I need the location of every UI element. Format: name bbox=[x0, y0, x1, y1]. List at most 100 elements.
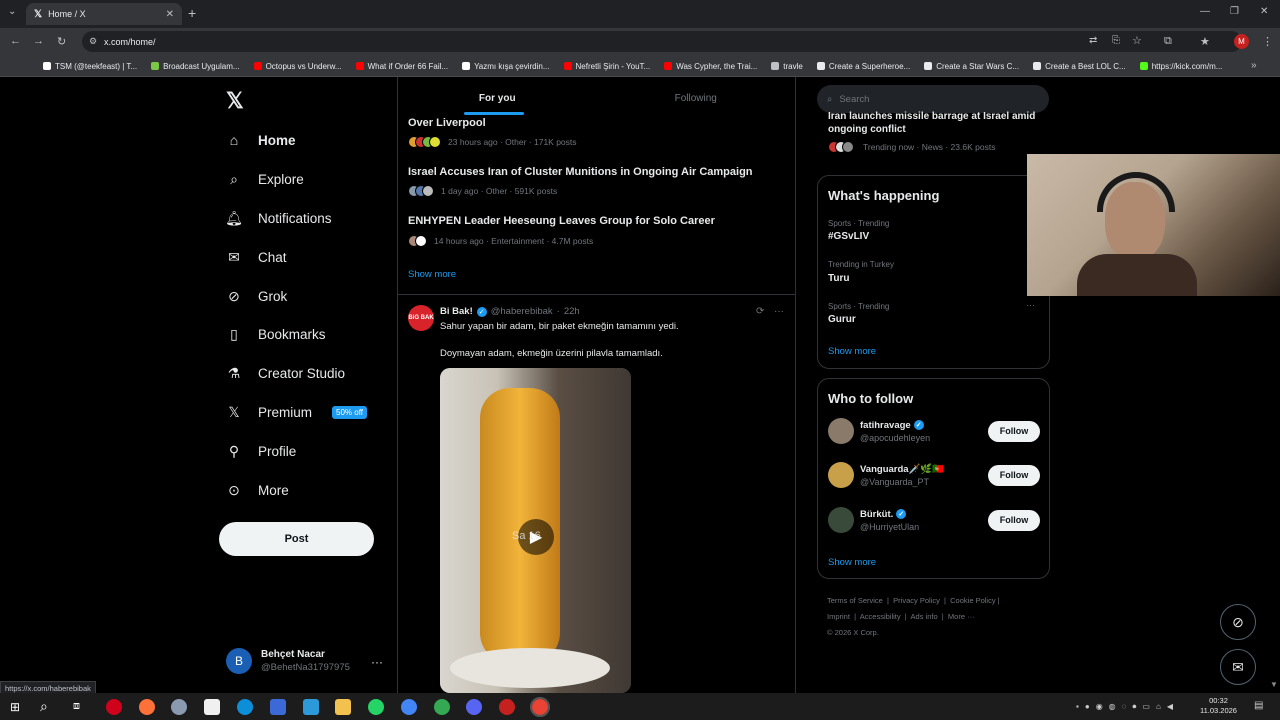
suggestion-name[interactable]: fatihravage bbox=[860, 420, 911, 431]
footer-link[interactable]: Ads info bbox=[911, 612, 938, 621]
follow-button[interactable]: Follow bbox=[988, 464, 1040, 486]
top-trend-title[interactable]: Iran launches missile barrage at Israel … bbox=[828, 110, 1038, 136]
tweet-author-name[interactable]: Bi Bak! bbox=[440, 306, 473, 317]
nav-item-grok[interactable]: ⊘ Grok bbox=[226, 284, 287, 308]
translate-icon[interactable]: ⇄ bbox=[1089, 35, 1097, 46]
messages-fab-icon[interactable]: ✉ bbox=[1220, 649, 1256, 685]
nav-item-premium[interactable]: 𝕏 Premium 50% off bbox=[226, 400, 367, 424]
suggestion-name[interactable]: Bürküt. bbox=[860, 509, 893, 520]
whatsapp-icon[interactable] bbox=[368, 699, 384, 715]
bookmarks-overflow-icon[interactable]: » bbox=[1251, 60, 1257, 71]
x-logo-icon[interactable]: 𝕏 bbox=[226, 88, 244, 114]
close-tab-icon[interactable]: ✕ bbox=[166, 9, 174, 20]
account-switcher[interactable]: B Behçet Nacar @BehetNa31797975 bbox=[226, 648, 350, 674]
avatar[interactable] bbox=[828, 418, 854, 444]
show-more-link[interactable]: Show more bbox=[828, 346, 876, 357]
scroll-down-icon[interactable]: ▼ bbox=[1270, 680, 1278, 689]
tweet-avatar[interactable]: BiG BAK bbox=[408, 305, 434, 331]
tab-for-you[interactable]: For you bbox=[398, 82, 597, 114]
follow-suggestion[interactable]: Bürküt. ✓ @HurriyetUlan Follow bbox=[828, 507, 1040, 533]
bookmark-item[interactable]: https://kick.com/m... bbox=[1133, 62, 1230, 71]
show-more-link[interactable]: Show more bbox=[408, 269, 456, 280]
grok-fab-icon[interactable]: ⊘ bbox=[1220, 604, 1256, 640]
follow-suggestion[interactable]: Vanguarda🗡️🌿🇵🇹 @Vanguarda_PT Follow bbox=[828, 462, 1040, 488]
footer-link[interactable]: Imprint bbox=[827, 612, 850, 621]
system-tray[interactable]: ▪ ● ◉ ◍ ◌ ⏺ ▭ ⌂ ◀ bbox=[1076, 702, 1173, 712]
bookmark-item[interactable]: TSM (@teekfeast) | T... bbox=[36, 62, 144, 71]
file-explorer-icon[interactable] bbox=[335, 699, 351, 715]
bookmark-item[interactable]: Nefretli Şirin - YouT... bbox=[557, 62, 658, 71]
footer-link[interactable]: Cookie Policy bbox=[950, 596, 995, 605]
bookmarks-icon[interactable]: ★ bbox=[1200, 35, 1210, 48]
tray-icon[interactable]: ◍ bbox=[1109, 702, 1116, 712]
chrome-icon[interactable] bbox=[401, 699, 417, 715]
suggestion-name[interactable]: Vanguarda🗡️🌿🇵🇹 bbox=[860, 464, 944, 475]
word-icon[interactable] bbox=[270, 699, 286, 715]
tab-following[interactable]: Following bbox=[597, 82, 796, 114]
restore-icon[interactable]: ❐ bbox=[1230, 6, 1239, 17]
footer-link[interactable]: Terms of Service bbox=[827, 596, 883, 605]
tray-icon[interactable]: ▪ bbox=[1076, 702, 1079, 712]
address-bar[interactable]: ⚙ x.com/home/ ⇄ ⎘ ☆ bbox=[82, 31, 1242, 52]
bookmark-item[interactable]: What if Order 66 Fail... bbox=[349, 62, 455, 71]
bookmark-item[interactable]: travle bbox=[764, 62, 810, 71]
site-info-icon[interactable]: ⚙ bbox=[89, 36, 97, 47]
nav-item-explore[interactable]: ⌕ Explore bbox=[226, 167, 304, 191]
post-button[interactable]: Post bbox=[219, 522, 374, 556]
profile-avatar[interactable]: M bbox=[1234, 34, 1249, 49]
bookmark-item[interactable]: Was Cypher, the Trai... bbox=[657, 62, 764, 71]
nav-item-home[interactable]: ⌂ Home bbox=[226, 128, 296, 152]
bookmark-item[interactable]: Yazmı kışa çevirdin... bbox=[455, 62, 556, 71]
nav-item-creator-studio[interactable]: ⚗ Creator Studio bbox=[226, 361, 345, 385]
nav-item-chat[interactable]: ✉ Chat bbox=[226, 245, 286, 269]
trend-tag[interactable]: Gurur bbox=[828, 314, 856, 325]
tray-icon[interactable]: ◌ bbox=[1122, 702, 1127, 712]
close-window-icon[interactable]: ✕ bbox=[1260, 6, 1268, 17]
tweet-time[interactable]: 22h bbox=[564, 306, 580, 317]
chrome-profile-icon[interactable] bbox=[434, 699, 450, 715]
tweet-author-handle[interactable]: @haberebibak bbox=[491, 306, 553, 317]
windows-start-icon[interactable]: ⊞ bbox=[10, 700, 20, 714]
bookmark-item[interactable]: Octopus vs Underw... bbox=[247, 62, 349, 71]
follow-suggestion[interactable]: fatihravage ✓ @apocudehleyen Follow bbox=[828, 418, 1040, 444]
discord-icon[interactable] bbox=[466, 699, 482, 715]
browser-menu-icon[interactable]: ⋮ bbox=[1262, 35, 1273, 48]
trend-more-icon[interactable]: ··· bbox=[1026, 300, 1035, 310]
tray-icon[interactable]: ◉ bbox=[1096, 702, 1103, 712]
opera-icon[interactable] bbox=[106, 699, 122, 715]
tray-icon[interactable]: ▭ bbox=[1142, 702, 1150, 712]
minimize-icon[interactable]: — bbox=[1200, 6, 1210, 17]
steam-icon[interactable] bbox=[171, 699, 187, 715]
firefox-icon[interactable] bbox=[139, 699, 155, 715]
star-icon[interactable]: ☆ bbox=[1132, 34, 1142, 47]
nav-item-more[interactable]: ⊙ More bbox=[226, 478, 289, 502]
forward-icon[interactable]: → bbox=[33, 35, 44, 47]
install-icon[interactable]: ⎘ bbox=[1112, 35, 1120, 46]
trend-tag[interactable]: #GSvLIV bbox=[828, 231, 869, 242]
network-icon[interactable]: ⌂ bbox=[1156, 702, 1161, 712]
account-more-icon[interactable]: ··· bbox=[371, 655, 383, 669]
nav-item-profile[interactable]: ⚲ Profile bbox=[226, 439, 296, 463]
back-icon[interactable]: ← bbox=[10, 35, 21, 47]
taskbar-clock[interactable]: 00:32 11.03.2026 bbox=[1200, 696, 1237, 716]
mic-icon[interactable]: ⏺ bbox=[1132, 702, 1136, 712]
follow-button[interactable]: Follow bbox=[988, 509, 1040, 531]
edge-icon[interactable] bbox=[237, 699, 253, 715]
volume-icon[interactable]: ◀ bbox=[1167, 702, 1173, 712]
footer-link[interactable]: Accessibility bbox=[860, 612, 901, 621]
footer-link[interactable]: More ··· bbox=[948, 612, 975, 621]
trend-title[interactable]: Israel Accuses Iran of Cluster Munitions… bbox=[408, 166, 753, 178]
nav-item-bookmarks[interactable]: ▯ Bookmarks bbox=[226, 322, 325, 346]
chrome-active-icon[interactable] bbox=[530, 697, 550, 717]
new-tab-icon[interactable]: + bbox=[188, 5, 196, 21]
trend-tag[interactable]: Turu bbox=[828, 273, 849, 284]
reload-icon[interactable]: ↻ bbox=[57, 35, 66, 48]
taskbar-search-icon[interactable]: ⌕ bbox=[40, 698, 48, 715]
task-view-icon[interactable]: ⧈ bbox=[73, 700, 80, 713]
bookmark-item[interactable]: Broadcast Uygulam... bbox=[144, 62, 246, 71]
tray-icon[interactable]: ● bbox=[1085, 702, 1090, 712]
bookmark-item[interactable]: Create a Best LOL C... bbox=[1026, 62, 1133, 71]
obs-icon[interactable] bbox=[499, 699, 515, 715]
bookmark-item[interactable]: Create a Superheroe... bbox=[810, 62, 917, 71]
nav-item-notifications[interactable]: 🔔︎ Notifications bbox=[225, 206, 331, 230]
